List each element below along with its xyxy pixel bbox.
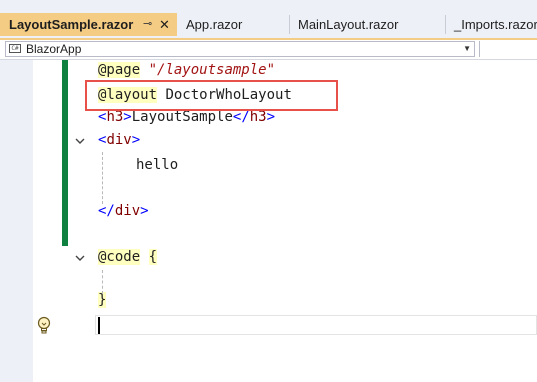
tag-name: h3: [106, 109, 124, 125]
razor-directive: @page: [98, 62, 141, 78]
code-line-7: </div>: [98, 201, 149, 221]
project-dropdown[interactable]: C# BlazorApp ▼: [5, 41, 475, 57]
tab-layoutsample-razor[interactable]: LayoutSample.razor ⊸ ✕: [0, 13, 177, 36]
tag-bracket: </: [98, 203, 115, 219]
tag-name: h3: [249, 109, 267, 125]
route-string: "/layoutsample": [148, 62, 276, 78]
code-line-4: <div>: [98, 130, 140, 150]
tab-label: App.razor: [186, 17, 243, 32]
code-editor[interactable]: @page "/layoutsample" @layout DoctorWhoL…: [0, 60, 537, 382]
heading-text: LayoutSample: [131, 109, 233, 125]
tag-bracket: >: [140, 203, 149, 219]
current-line-highlight: [95, 315, 537, 335]
indent-guide: [102, 152, 103, 204]
tag-bracket: >: [131, 132, 141, 148]
document-tab-strip: LayoutSample.razor ⊸ ✕ App.razor MainLay…: [0, 0, 537, 40]
member-dropdown[interactable]: [479, 41, 537, 57]
code-line-9: @code {: [98, 247, 158, 267]
open-brace: {: [148, 249, 158, 265]
tag-name: div: [114, 203, 141, 219]
pin-icon[interactable]: ⊸: [143, 13, 152, 36]
close-brace: }: [98, 292, 107, 308]
lightbulb-icon[interactable]: [36, 316, 52, 336]
text-caret: [98, 317, 100, 334]
tab-mainlayout-razor[interactable]: MainLayout.razor: [289, 13, 444, 36]
code-line-1: @page "/layoutsample": [98, 60, 275, 80]
tag-bracket: </: [232, 109, 250, 125]
tag-name: div: [106, 132, 132, 148]
highlight-annotation-box: [85, 80, 338, 111]
tag-bracket: >: [123, 109, 132, 125]
dropdown-arrow-icon: ▼: [463, 44, 471, 53]
chevron-down-icon[interactable]: [74, 252, 86, 264]
tab-imports-razor[interactable]: _Imports.razor: [445, 13, 537, 36]
div-content-text: hello: [136, 157, 179, 173]
tag-bracket: >: [266, 109, 276, 125]
indent-guide: [102, 270, 103, 294]
code-line-5: hello: [136, 155, 178, 175]
tab-label: _Imports.razor: [454, 17, 537, 32]
tab-label: MainLayout.razor: [298, 17, 399, 32]
csharp-project-icon: C#: [9, 44, 21, 53]
navigation-bar: C# BlazorApp ▼: [0, 40, 537, 60]
tab-label: LayoutSample.razor: [9, 17, 134, 32]
razor-directive: @code: [98, 249, 141, 265]
close-icon[interactable]: ✕: [159, 13, 170, 36]
project-name: BlazorApp: [26, 42, 82, 56]
tab-app-razor[interactable]: App.razor: [177, 13, 288, 36]
chevron-down-icon[interactable]: [74, 135, 86, 147]
